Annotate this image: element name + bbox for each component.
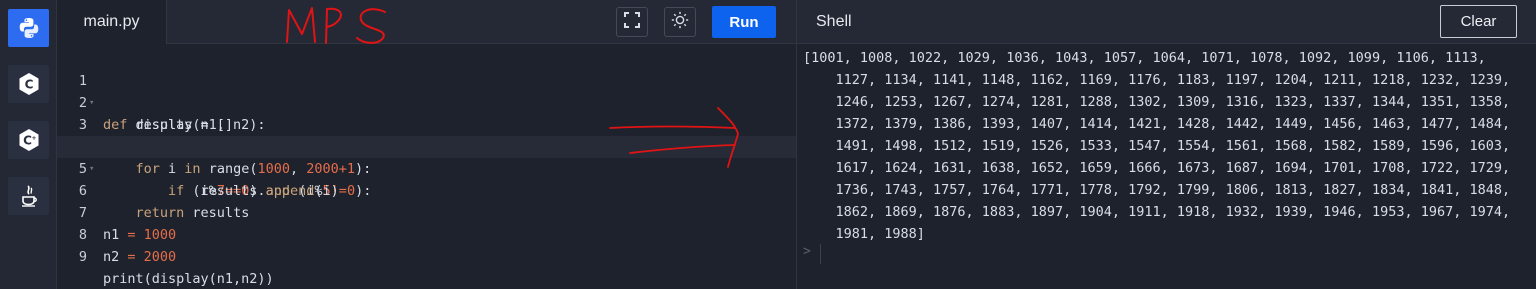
c-language-icon: C [18,72,40,96]
code-line: 9 print(display(n1,n2)) [57,224,796,287]
fullscreen-button[interactable] [616,7,648,37]
fullscreen-icon [624,11,640,33]
shell-cursor [820,244,821,264]
code-line: 3 ▾ for i in range(1000, 2000+1): [57,92,796,177]
code-line: 7 n1 = 1000 [57,180,796,243]
code-editor[interactable]: 1 ▾ def display(n1, n2): 2 results = [] … [57,44,796,289]
line-number: 9 [78,249,87,265]
output-line: 1617, 1624, 1631, 1638, 1652, 1659, 1666… [803,160,1511,176]
output-line: 1372, 1379, 1386, 1393, 1407, 1414, 1421… [803,116,1511,132]
output-line: [1001, 1008, 1022, 1029, 1036, 1043, 105… [803,50,1486,66]
svg-text:C: C [24,78,33,92]
java-icon [18,184,40,208]
code-line-current: 5 results.append(i) [57,136,796,199]
output-line: 1736, 1743, 1757, 1764, 1771, 1778, 1792… [803,182,1511,198]
java-language-button[interactable] [8,177,49,215]
language-sidebar: C C + [0,0,57,289]
editor-toolbar: main.py Run [57,0,796,44]
shell-output[interactable]: [1001, 1008, 1022, 1029, 1036, 1043, 105… [796,44,1536,289]
code-line: 2 results = [] [57,70,796,133]
output-line: 1862, 1869, 1876, 1883, 1897, 1904, 1911… [803,204,1511,220]
code-text: print(display(n1,n2)) [103,271,274,287]
tab-main-py[interactable]: main.py [57,0,167,44]
cpp-language-icon: C + [18,128,40,152]
shell-title: Shell [816,13,852,30]
sun-icon [671,11,689,34]
output-line: 1981, 1988] [803,226,925,242]
output-line: 1127, 1134, 1141, 1148, 1162, 1169, 1176… [803,72,1511,88]
run-button[interactable]: Run [712,6,776,38]
clear-button[interactable]: Clear [1440,5,1517,38]
code-line: 1 ▾ def display(n1, n2): [57,48,796,133]
shell-toolbar: Shell Clear [796,0,1536,44]
python-icon [17,16,41,40]
cpp-language-button[interactable]: C + [8,121,49,159]
code-line: 6 return results [57,158,796,221]
code-line: 8 n2 = 2000 [57,202,796,265]
theme-toggle-button[interactable] [664,7,696,37]
code-line: 4 ▾ if (i%7==0) and (i%5!=0): [57,114,796,199]
python-language-button[interactable] [8,9,49,47]
c-language-button[interactable]: C [8,65,49,103]
shell-prompt: > [803,244,811,259]
svg-text:+: + [31,135,36,142]
output-line: 1491, 1498, 1512, 1519, 1526, 1533, 1547… [803,138,1511,154]
output-line: 1246, 1253, 1267, 1274, 1281, 1288, 1302… [803,94,1511,110]
code-text: n2 = 2000 [103,249,177,265]
